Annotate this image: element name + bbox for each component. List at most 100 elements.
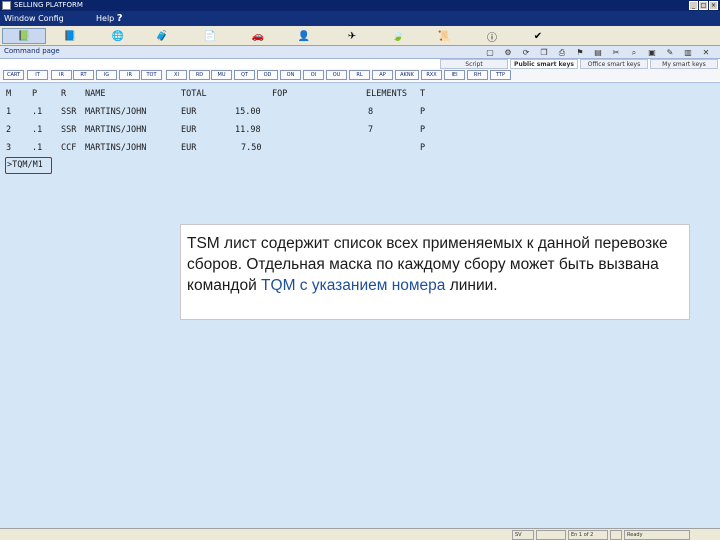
paste-icon[interactable]: ▤ [592, 47, 604, 58]
book-icon[interactable]: 📗 [2, 28, 46, 44]
row-2-t: P [420, 125, 426, 135]
tab-public-smart-keys[interactable]: Public smart keys [510, 59, 578, 69]
car-icon[interactable]: 🚗 [236, 28, 280, 44]
flag-icon[interactable]: ⚑ [574, 47, 586, 58]
cmd-button[interactable]: TTP [490, 70, 511, 80]
row-1-m: 1 [6, 107, 12, 117]
header-total: TOTAL [181, 89, 207, 99]
cmd-button[interactable]: RT [73, 70, 94, 80]
cmd-button[interactable]: ON [280, 70, 301, 80]
cmd-button[interactable]: IR [119, 70, 140, 80]
cmd-button[interactable]: IT [27, 70, 48, 80]
row-1-r: SSR [61, 107, 77, 117]
document-icon[interactable]: 📄 [188, 28, 232, 44]
header-t: T [420, 89, 426, 99]
row-1-t: P [420, 107, 426, 117]
menu-bar: Window Config Help ? [0, 11, 720, 26]
cmd-button[interactable]: MU [211, 70, 232, 80]
cmd-button[interactable]: IG [96, 70, 117, 80]
callout-highlight: TQM с указанием номера [261, 277, 446, 294]
status-cell-4 [610, 530, 622, 540]
cmd-button[interactable]: QT [234, 70, 255, 80]
row-1-p: .1 [32, 107, 43, 117]
menu-help-label: Help [96, 14, 115, 23]
info-icon[interactable]: ⓘ [470, 28, 514, 44]
callout-text-end: линии. [445, 277, 498, 294]
command-prompt[interactable]: >TQM/M1 [7, 160, 43, 170]
scroll-icon[interactable]: 📜 [422, 28, 466, 44]
cmd-button[interactable]: RXX [421, 70, 442, 80]
row-2-total: 11.98 [235, 125, 261, 135]
cmd-button[interactable]: RH [467, 70, 488, 80]
cmd-button[interactable]: OI [303, 70, 324, 80]
command-buttons-row: CART IT IR RT IG IR TOT XI RD MU QT OD O… [0, 69, 720, 81]
settings-icon[interactable]: ⚙ [502, 47, 514, 58]
header-name: NAME [85, 89, 106, 99]
tab-script[interactable]: Script [440, 59, 508, 69]
menu-help[interactable]: Help ? [96, 11, 123, 26]
edit-icon[interactable]: ✎ [664, 47, 676, 58]
find-icon[interactable]: ⌕ [628, 47, 640, 58]
row-2-p: .1 [32, 125, 43, 135]
header-p: P [32, 89, 38, 99]
minimize-button[interactable]: _ [689, 1, 698, 10]
cmd-button[interactable]: XI [166, 70, 187, 80]
cmd-button[interactable]: IEI [444, 70, 465, 80]
window-title: SELLING PLATFORM [14, 1, 83, 9]
print-icon[interactable]: ⎙ [556, 47, 568, 58]
row-2-name: MARTINS/JOHN [85, 125, 147, 135]
row-3-p: .1 [32, 143, 43, 153]
bag-icon[interactable]: 🧳 [140, 28, 184, 44]
cmd-button[interactable]: RL [349, 70, 370, 80]
plane-icon[interactable]: ✈ [330, 28, 374, 44]
cmd-button[interactable]: OD [257, 70, 278, 80]
row-3-total: 7.50 [241, 143, 262, 153]
person-icon[interactable]: 👤 [282, 28, 326, 44]
refresh-icon[interactable]: ⟳ [520, 47, 532, 58]
cmd-button[interactable]: RD [189, 70, 210, 80]
cmd-button[interactable]: OU [326, 70, 347, 80]
close-button[interactable]: × [709, 1, 718, 10]
menu-window[interactable]: Window Config [4, 11, 64, 26]
green-book-icon[interactable]: 📘 [48, 28, 92, 44]
cut-icon[interactable]: ✂ [610, 47, 622, 58]
window-icon[interactable]: ▣ [646, 47, 658, 58]
header-r: R [61, 89, 67, 99]
title-bar: SELLING PLATFORM _ □ × [0, 0, 720, 11]
cmd-button[interactable]: TOT [141, 70, 162, 80]
globe-icon[interactable]: 🌐 [96, 28, 140, 44]
command-page-label: Command page [4, 47, 60, 55]
row-2-r: SSR [61, 125, 77, 135]
smart-keys-tabs: Script Public smart keys Office smart ke… [440, 59, 720, 69]
row-3-currency: EUR [181, 143, 197, 153]
row-1-elements: 8 [368, 107, 374, 117]
status-cell-3: En 1 of 2 [568, 530, 608, 540]
cmd-button[interactable]: CART [3, 70, 24, 80]
toolbar: 📗 📘 🌐 🧳 📄 🚗 👤 ✈ 🍃 📜 ⓘ ✔ [0, 26, 720, 46]
check-icon[interactable]: ✔ [516, 28, 560, 44]
status-cell-5: Ready [624, 530, 690, 540]
header-m: M [6, 89, 12, 99]
row-3-r: CCF [61, 143, 77, 153]
copy-icon[interactable]: ❐ [538, 47, 550, 58]
row-2-elements: 7 [368, 125, 374, 135]
tab-office-smart-keys[interactable]: Office smart keys [580, 59, 648, 69]
cmd-button[interactable]: IR [51, 70, 72, 80]
new-icon[interactable]: ▢ [484, 47, 496, 58]
row-1-name: MARTINS/JOHN [85, 107, 147, 117]
header-elements: ELEMENTS [366, 89, 407, 99]
save-icon[interactable]: ▥ [682, 47, 694, 58]
cmd-button[interactable]: AKNK [395, 70, 419, 80]
tab-my-smart-keys[interactable]: My smart keys [650, 59, 718, 69]
maximize-button[interactable]: □ [699, 1, 708, 10]
cmd-button[interactable]: AP [372, 70, 393, 80]
row-2-currency: EUR [181, 125, 197, 135]
leaf-icon[interactable]: 🍃 [376, 28, 420, 44]
callout-annotation: TSM лист содержит список всех применяемы… [180, 224, 690, 320]
command-page-bar: Command page ▢ ⚙ ⟳ ❐ ⎙ ⚑ ▤ ✂ ⌕ ▣ ✎ ▥ ✕ [0, 46, 720, 59]
row-2-m: 2 [6, 125, 12, 135]
status-bar: SV En 1 of 2 Ready [0, 528, 720, 540]
row-1-total: 15.00 [235, 107, 261, 117]
row-3-t: P [420, 143, 426, 153]
close-panel-icon[interactable]: ✕ [700, 47, 712, 58]
